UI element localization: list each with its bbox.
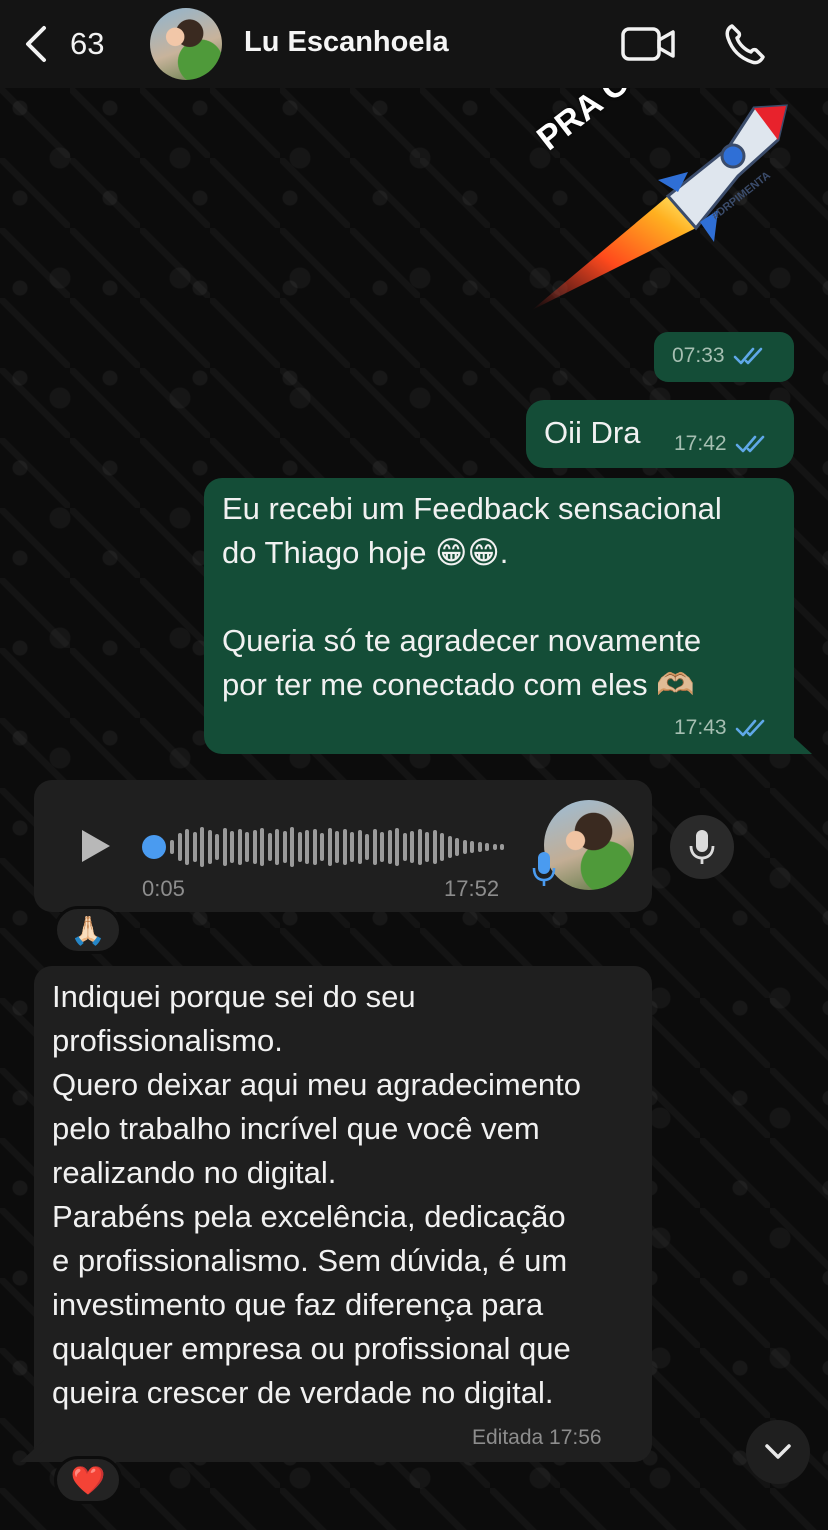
phone-icon [725,24,765,65]
waveform-bar [230,831,234,863]
waveform-bar [275,829,279,865]
message-time: 07:33 [672,344,725,367]
waveform-bar [470,841,474,853]
waveform-bar [417,829,422,865]
message-time: 17:43 [674,716,727,739]
waveform-bar [357,830,362,864]
waveform-bar [290,827,294,867]
contact-avatar[interactable] [150,8,222,80]
waveform-bar [222,828,227,866]
waveform-bar [297,832,302,862]
waveform-bar [267,833,272,861]
waveform-bar [447,836,452,858]
waveform-bar [372,829,377,865]
message-text: Oii Dra [544,415,641,450]
waveform-bar [245,832,249,862]
edited-timestamp: Editada 17:56 [472,1426,602,1449]
chevron-down-icon [765,1444,791,1459]
sender-avatar [544,800,634,890]
outgoing-message[interactable]: Eu recebi um Feedback sensacional do Thi… [204,478,794,754]
double-check-icon [735,435,764,453]
waveform-bar [260,828,264,866]
waveform-bar [395,828,399,866]
message-time: 17:52 [444,876,500,901]
video-camera-icon [621,27,675,61]
waveform-bar [305,830,309,864]
waveform-bar [387,830,392,864]
message-time: 17:42 [674,432,727,455]
chat-header: 63 Lu Escanhoela [0,0,828,88]
waveform-bar [432,830,437,864]
play-button[interactable] [78,826,114,871]
waveform-bar [185,829,189,865]
double-check-icon [735,719,764,737]
voice-mic-badge [532,850,556,893]
waveform-bar [350,832,354,862]
message-text: Eu recebi um Feedback sensacional do Thi… [222,491,722,702]
waveform-bar [177,833,182,861]
waveform-bar [327,828,332,866]
waveform-bar [252,830,257,864]
waveform-bar [335,831,339,863]
waveform-bar [402,833,407,861]
waveform-bar [440,833,444,861]
waveform-bar [477,842,482,852]
waveform-bar [365,834,369,860]
message-reaction[interactable]: 🙏🏻 [54,906,122,954]
chevron-left-icon [26,26,46,62]
waveform-bar [410,831,414,863]
waveform-bar [380,832,384,862]
unread-count: 63 [70,26,105,61]
waveform-bar [485,843,489,851]
double-check-icon [733,347,762,365]
message-reaction[interactable]: ❤️ [54,1456,122,1504]
voice-transcribe-button[interactable] [670,815,734,879]
playback-scrubber[interactable] [142,835,166,859]
contact-name[interactable]: Lu Escanhoela [244,26,449,59]
waveform-bar [425,832,429,862]
scroll-to-bottom-button[interactable] [746,1420,810,1484]
waveform-bar [462,840,467,854]
microphone-icon [532,852,556,886]
incoming-voice-message[interactable]: 0:05 17:52 [34,780,652,912]
waveform-bar [237,829,242,865]
waveform-bar [320,833,324,861]
voice-call-button[interactable] [716,18,772,70]
waveform-bar [282,831,287,863]
back-button[interactable]: 63 [22,22,122,66]
waveform-bar [455,838,459,856]
incoming-message[interactable]: Indiquei porque sei do seu profissionali… [34,966,652,1462]
waveform-bar [215,834,219,860]
waveform-bar [492,844,497,850]
microphone-icon [689,830,715,864]
audio-waveform[interactable] [170,822,510,872]
waveform-bar [207,830,212,864]
message-text: Indiquei porque sei do seu profissionali… [52,979,582,1410]
waveform-bar [192,832,197,862]
waveform-bar [342,829,347,865]
outgoing-message[interactable]: Oii Dra 17:42 [526,400,794,468]
waveform-bar [170,840,174,854]
rocket-sticker[interactable]: PRA CIMAAA!!! #DRPIMENTA [528,0,798,318]
play-icon [82,830,110,862]
waveform-bar [500,844,504,850]
waveform-bar [312,829,317,865]
waveform-bar [200,827,204,867]
sticker-timestamp: 07:33 [654,332,794,382]
video-call-button[interactable] [620,18,676,70]
voice-duration: 0:05 [142,876,185,901]
